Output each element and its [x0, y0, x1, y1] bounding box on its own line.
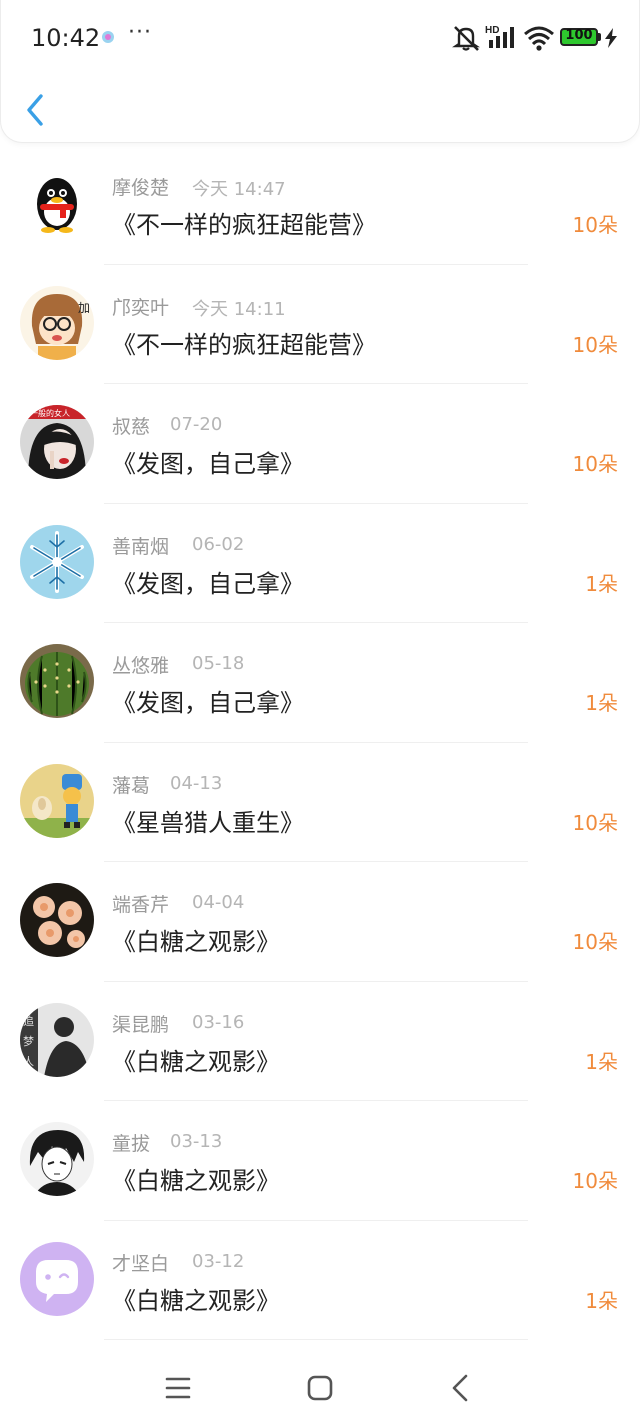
send-time: 03-13	[170, 1131, 223, 1152]
wifi-icon	[524, 26, 554, 51]
sender-name: 丛悠雅	[112, 655, 170, 677]
menu-button[interactable]	[158, 1368, 198, 1408]
flowers-avatar	[20, 883, 94, 957]
work-title: 《星兽猎人重生》	[112, 808, 304, 837]
svg-text:梦: 梦	[23, 1035, 34, 1048]
flower-amount: 10朵	[572, 452, 618, 476]
list-item[interactable]: 善南烟 06-02 《发图，自己拿》 1朵	[0, 504, 640, 623]
sender-name: 摩俊楚	[112, 177, 170, 199]
penguin-avatar	[20, 166, 94, 240]
work-title: 《白糖之观影》	[112, 1047, 280, 1076]
list-item[interactable]: 丛悠雅 05-18 《发图，自己拿》 1朵	[0, 623, 640, 743]
flower-amount: 10朵	[572, 930, 618, 954]
anime-sketch-avatar	[20, 1122, 94, 1196]
sender-name: 邝奕叶	[112, 296, 170, 319]
send-time: 03-16	[192, 1011, 245, 1033]
list-item[interactable]: 童拔 03-13 《白糖之观影》 10朵	[0, 1101, 640, 1221]
send-time: 04-13	[170, 772, 223, 794]
flower-amount: 10朵	[572, 810, 618, 835]
chat-bubble-avatar	[20, 1241, 94, 1316]
work-title: 《不一样的疯狂超能营》	[112, 330, 376, 359]
hamburger-icon	[165, 1377, 191, 1399]
system-back-button[interactable]	[441, 1368, 481, 1408]
charging-icon	[605, 28, 617, 48]
flower-amount: 1朵	[585, 1049, 618, 1074]
sender-name: 藩葛	[112, 774, 151, 797]
woman-photo-avatar: 一般的女人	[20, 405, 94, 479]
send-time: 06-02	[192, 533, 245, 555]
svg-text:追: 追	[23, 1014, 34, 1028]
sender-name: 善南烟	[112, 535, 170, 558]
send-time: 今天 14:11	[192, 298, 286, 320]
chevron-left-icon	[27, 94, 43, 126]
battery-icon: 100	[560, 28, 598, 46]
signal-icon: HD	[485, 25, 514, 48]
battery-tip	[598, 33, 601, 41]
status-bar: 10:42 ··· HD 100	[1, 0, 640, 76]
top-bar: 10:42 ··· HD 100	[0, 0, 640, 143]
list-item[interactable]: 才坚白 03-12 《白糖之观影》 1朵	[0, 1221, 640, 1340]
work-title: 《白糖之观影》	[112, 928, 280, 956]
home-button[interactable]	[300, 1368, 340, 1408]
square-icon	[307, 1375, 333, 1401]
work-title: 《发图，自己拿》	[112, 569, 304, 598]
send-time: 04-04	[192, 892, 245, 913]
work-title: 《发图，自己拿》	[112, 689, 304, 717]
list-item[interactable]: 追 梦 人 渠昆鹏 03-16 《白糖之观影》 1朵	[0, 982, 640, 1101]
work-title: 《不一样的疯狂超能营》	[112, 211, 376, 239]
divider	[104, 1339, 528, 1340]
list-item[interactable]: 藩葛 04-13 《星兽猎人重生》 10朵	[0, 743, 640, 862]
send-time: 今天 14:47	[192, 179, 286, 200]
send-time: 03-12	[192, 1250, 245, 1272]
work-title: 《白糖之观影》	[112, 1167, 280, 1195]
back-arrow-icon	[452, 1374, 468, 1402]
svg-text:加: 加	[78, 301, 90, 315]
flower-amount: 10朵	[572, 213, 618, 237]
flower-amount: 1朵	[585, 1288, 618, 1313]
flower-amount: 10朵	[572, 332, 618, 357]
sender-name: 叔慈	[112, 416, 151, 438]
status-time: 10:42	[31, 24, 101, 52]
sender-name: 端香芹	[112, 894, 170, 916]
list-item[interactable]: 加 邝奕叶 今天 14:11 《不一样的疯狂超能营》 10朵	[0, 265, 640, 384]
app-notification-icon	[102, 31, 114, 43]
svg-text:一般的女人: 一般的女人	[30, 408, 70, 418]
svg-text:HD: HD	[485, 25, 499, 36]
more-notifications-icon: ···	[128, 20, 152, 45]
cactus-avatar	[20, 644, 94, 718]
toy-figure-avatar	[20, 763, 94, 838]
list-item[interactable]: 一般的女人 叔慈 07-20 《发图，自己拿》 10朵	[0, 384, 640, 504]
battery-level: 100	[565, 28, 593, 43]
sender-name: 才坚白	[112, 1252, 170, 1275]
work-title: 《白糖之观影》	[112, 1286, 280, 1315]
sender-name: 童拔	[112, 1133, 151, 1155]
list-item[interactable]: 摩俊楚 今天 14:47 《不一样的疯狂超能营》 10朵	[0, 145, 640, 265]
flower-amount: 10朵	[572, 1169, 618, 1193]
back-button[interactable]	[21, 90, 51, 130]
work-title: 《发图，自己拿》	[112, 450, 304, 478]
send-time: 07-20	[170, 414, 223, 435]
system-nav-bar	[0, 1350, 640, 1422]
mute-icon	[452, 26, 480, 51]
bw-person-avatar: 追 梦 人	[20, 1002, 94, 1077]
send-time: 05-18	[192, 653, 245, 674]
cartoon-girl-avatar: 加	[20, 285, 94, 360]
sender-name: 渠昆鹏	[112, 1013, 170, 1036]
svg-text:人: 人	[23, 1055, 34, 1068]
snowflake-avatar	[20, 524, 94, 599]
list-item[interactable]: 端香芹 04-04 《白糖之观影》 10朵	[0, 862, 640, 982]
flower-amount: 1朵	[585, 571, 618, 596]
flower-amount: 1朵	[585, 691, 618, 715]
